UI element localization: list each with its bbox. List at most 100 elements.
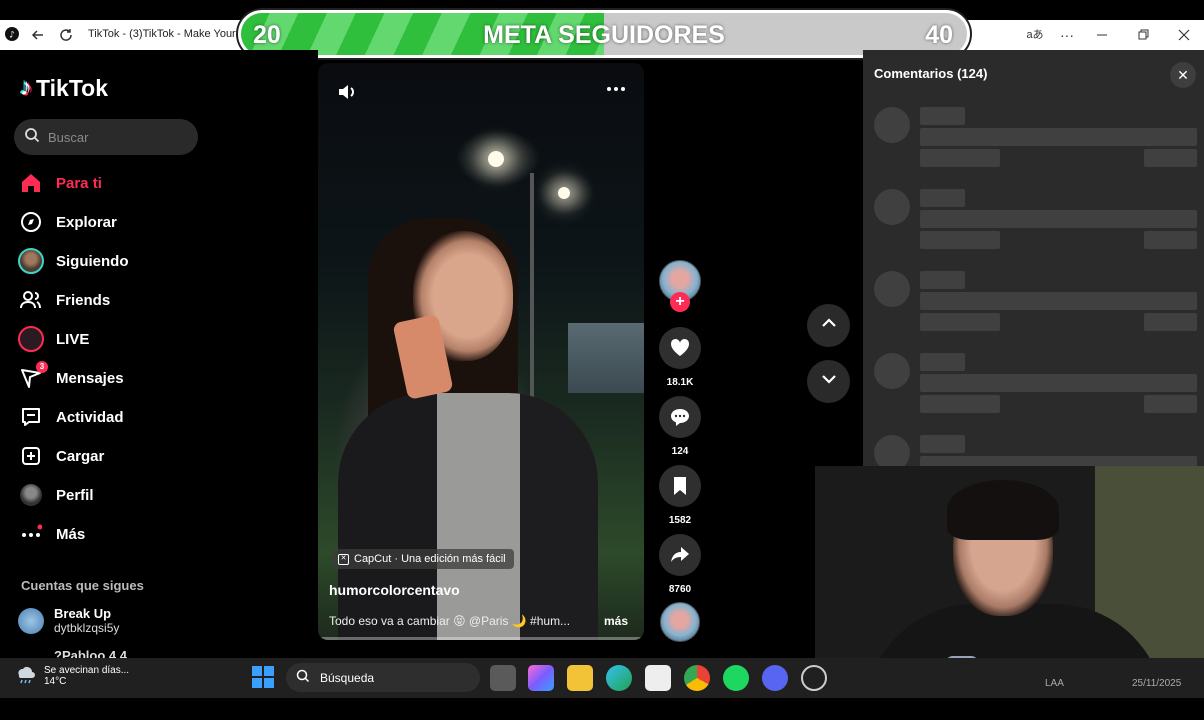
save-button[interactable]: 1582 bbox=[658, 465, 702, 526]
follower-goal-start: 20 bbox=[253, 21, 281, 49]
store-icon[interactable] bbox=[645, 665, 671, 691]
street-lamp bbox=[558, 187, 570, 199]
share-icon bbox=[659, 534, 701, 576]
copilot-icon[interactable] bbox=[528, 665, 554, 691]
sidebar: ♪ TikTok Para ti Explorar Siguiendo Frie… bbox=[0, 50, 318, 658]
translate-icon[interactable]: aあ bbox=[1025, 27, 1045, 43]
nav-label: Para ti bbox=[56, 174, 102, 192]
svg-text:♪: ♪ bbox=[9, 31, 15, 41]
spotify-icon[interactable] bbox=[723, 665, 749, 691]
comment-button[interactable]: 124 bbox=[658, 396, 702, 457]
follower-goal-target: 40 bbox=[925, 21, 953, 49]
volume-icon[interactable] bbox=[336, 81, 358, 109]
nav-item-mensajes[interactable]: 3 Mensajes bbox=[18, 361, 124, 393]
nav-label: Siguiendo bbox=[56, 252, 129, 270]
nav-item-friends[interactable]: Friends bbox=[18, 285, 110, 315]
account-username: dytbklzqsi5y bbox=[54, 621, 120, 635]
file-explorer-icon[interactable] bbox=[567, 665, 593, 691]
browser-menu-icon[interactable]: ··· bbox=[1059, 27, 1075, 43]
following-account-partial[interactable]: ?Pabloo 4.4 bbox=[54, 648, 127, 658]
minimize-icon[interactable] bbox=[1094, 27, 1110, 43]
chevron-up-icon bbox=[820, 314, 838, 337]
upload-icon bbox=[18, 443, 44, 469]
tiktok-logo-icon: ♪ bbox=[20, 74, 32, 101]
follower-goal-label: META SEGUIDORES bbox=[483, 21, 725, 49]
video-options-icon[interactable] bbox=[606, 79, 626, 105]
nav-label: Actividad bbox=[56, 408, 124, 426]
video-caption: Todo eso va a cambiar 😝 @Paris 🌙 #hum... bbox=[329, 614, 571, 628]
tab-title[interactable]: TikTok - (3)TikTok - Make Your D bbox=[88, 28, 240, 40]
nav-label: Perfil bbox=[56, 486, 94, 504]
tiktok-logo[interactable]: ♪ TikTok bbox=[20, 74, 108, 102]
windows-start-icon[interactable] bbox=[251, 665, 277, 691]
search-box[interactable] bbox=[14, 119, 198, 155]
comments-panel: Comentarios (124) ✕ bbox=[863, 50, 1204, 466]
heart-icon bbox=[659, 327, 701, 369]
nav-label: Más bbox=[56, 525, 86, 543]
share-button[interactable]: 8760 bbox=[658, 534, 702, 595]
video-player[interactable]: ✕ CapCut · Una edición más fácil humorco… bbox=[318, 63, 644, 640]
street-pole bbox=[530, 173, 534, 433]
edge-icon[interactable] bbox=[606, 665, 632, 691]
webcam-overlay bbox=[815, 466, 1204, 686]
nav-item-perfil[interactable]: Perfil bbox=[18, 480, 94, 510]
profile-avatar-icon bbox=[18, 482, 44, 508]
back-icon[interactable] bbox=[30, 27, 46, 43]
clock-app-icon[interactable] bbox=[801, 665, 827, 691]
capcut-label: CapCut · Una edición más fácil bbox=[354, 553, 506, 565]
restore-icon[interactable] bbox=[1135, 27, 1151, 43]
video-author[interactable]: humorcolorcentavo bbox=[329, 582, 460, 598]
nav-label: Friends bbox=[56, 291, 111, 309]
nav-item-live[interactable]: LIVE bbox=[18, 324, 89, 354]
search-icon bbox=[24, 127, 40, 148]
language-indicator[interactable]: LAA bbox=[1045, 678, 1064, 689]
chrome-icon[interactable] bbox=[684, 665, 710, 691]
following-account[interactable]: Break Up dytbklzqsi5y bbox=[18, 606, 119, 635]
video-building bbox=[568, 323, 644, 393]
bottom-border bbox=[0, 698, 1204, 720]
video-progress-bar[interactable] bbox=[318, 637, 644, 640]
close-window-icon[interactable] bbox=[1176, 27, 1192, 43]
taskbar-search[interactable]: Búsqueda bbox=[286, 663, 480, 692]
nav-item-mas[interactable]: Más bbox=[18, 519, 85, 549]
friends-icon bbox=[18, 287, 44, 313]
comment-count: 124 bbox=[671, 446, 689, 457]
nav-item-explorar[interactable]: Explorar bbox=[18, 207, 117, 237]
weather-widget[interactable]: Se avecinan días... 14°C bbox=[14, 663, 129, 688]
caption-more-link[interactable]: más bbox=[604, 614, 628, 628]
account-name: Break Up bbox=[54, 606, 112, 621]
close-icon[interactable]: ✕ bbox=[1170, 62, 1196, 88]
nav-label: Mensajes bbox=[56, 369, 124, 387]
street-lamp bbox=[488, 151, 504, 167]
nav-item-actividad[interactable]: Actividad bbox=[18, 402, 124, 432]
follower-goal-banner: META SEGUIDORES 20 40 bbox=[238, 10, 970, 58]
capcut-icon: ✕ bbox=[338, 553, 349, 565]
taskbar-date[interactable]: 25/11/2025 bbox=[1132, 678, 1181, 689]
weather-temperature: 14°C bbox=[44, 675, 67, 687]
account-avatar bbox=[18, 607, 44, 634]
next-video-button[interactable] bbox=[807, 360, 850, 403]
creator-avatar-button[interactable]: + bbox=[658, 260, 702, 312]
follow-plus-icon[interactable]: + bbox=[670, 292, 690, 312]
video-person-body bbox=[338, 393, 598, 640]
discord-icon[interactable] bbox=[762, 665, 788, 691]
nav-item-siguiendo[interactable]: Siguiendo bbox=[18, 246, 129, 276]
nav-item-para-ti[interactable]: Para ti bbox=[18, 168, 102, 198]
following-section-title: Cuentas que sigues bbox=[21, 578, 144, 593]
previous-video-button[interactable] bbox=[807, 304, 850, 347]
save-count: 1582 bbox=[668, 515, 692, 526]
search-input[interactable] bbox=[48, 129, 178, 145]
weather-text: Se avecinan días... bbox=[44, 664, 130, 676]
logo-text: TikTok bbox=[36, 74, 108, 101]
task-view-icon[interactable] bbox=[490, 665, 516, 691]
nav-label: Cargar bbox=[56, 447, 105, 465]
webcam-person-hair bbox=[947, 480, 1059, 540]
live-icon bbox=[18, 326, 44, 352]
capcut-tag[interactable]: ✕ CapCut · Una edición más fácil bbox=[332, 549, 514, 569]
tiktok-favicon-icon: ♪ bbox=[4, 27, 20, 43]
reload-icon[interactable] bbox=[58, 27, 74, 43]
like-button[interactable]: 18.1K bbox=[658, 327, 702, 388]
nav-item-cargar[interactable]: Cargar bbox=[18, 441, 104, 471]
music-disc-button[interactable] bbox=[658, 602, 702, 642]
home-icon bbox=[18, 170, 44, 196]
